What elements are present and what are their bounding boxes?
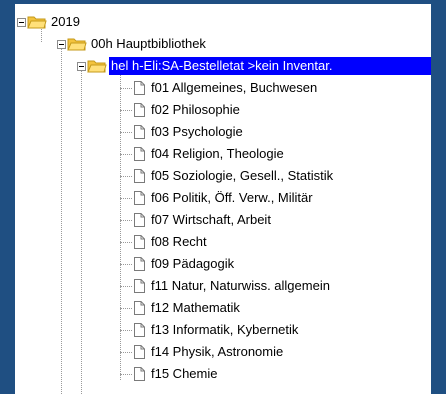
folder-open-icon	[27, 16, 47, 29]
collapse-toggle[interactable]	[17, 18, 26, 27]
tree-leaf-label: f08 Recht	[151, 234, 207, 249]
tree-connector	[120, 352, 132, 353]
window-background: 2019 00h Hauptbibliothek hel h-Eli:SA-Be…	[0, 0, 446, 394]
document-icon	[134, 235, 145, 249]
tree-connector	[120, 242, 132, 243]
folder-open-icon	[87, 60, 107, 73]
document-icon	[134, 191, 145, 205]
tree-leaf-item[interactable]: f09 Pädagogik	[15, 254, 431, 274]
tree-leaf-label: f06 Politik, Öff. Verw., Militär	[151, 190, 313, 205]
tree-leaf-item[interactable]: f08 Recht	[15, 232, 431, 252]
document-icon	[134, 169, 145, 183]
document-icon	[134, 147, 145, 161]
document-icon	[134, 345, 145, 359]
tree-connector	[120, 154, 132, 155]
tree-connector	[120, 286, 132, 287]
tree-connector	[120, 264, 132, 265]
tree-node-2019[interactable]: 2019	[15, 12, 431, 32]
tree-node-hel-selected[interactable]: hel h-Eli:SA-Bestelletat >kein Inventar.	[15, 56, 431, 76]
tree-leaf-label: f13 Informatik, Kybernetik	[151, 322, 299, 337]
tree-leaf-label: f01 Allgemeines, Buchwesen	[151, 80, 318, 95]
tree-connector	[120, 330, 132, 331]
tree-connector	[120, 198, 132, 199]
tree-leaf-item[interactable]: f04 Religion, Theologie	[15, 144, 431, 164]
tree-leaf-item[interactable]: f03 Psychologie	[15, 122, 431, 142]
tree-leaf-label: f04 Religion, Theologie	[151, 146, 284, 161]
tree-leaf-item[interactable]: f15 Chemie	[15, 364, 431, 384]
tree-leaf-item[interactable]: f14 Physik, Astronomie	[15, 342, 431, 362]
tree-leaf-item[interactable]: f05 Soziologie, Gesell., Statistik	[15, 166, 431, 186]
tree-leaf-label: f15 Chemie	[151, 366, 218, 381]
folder-open-icon	[67, 38, 87, 51]
tree-leaf-item[interactable]: f06 Politik, Öff. Verw., Militär	[15, 188, 431, 208]
tree-view[interactable]: 2019 00h Hauptbibliothek hel h-Eli:SA-Be…	[15, 4, 431, 394]
tree-leaf-item[interactable]: f13 Informatik, Kybernetik	[15, 320, 431, 340]
tree-leaf-label: f14 Physik, Astronomie	[151, 344, 284, 359]
tree-connector	[120, 308, 132, 309]
tree-leaf-label: f03 Psychologie	[151, 124, 243, 139]
tree-connector	[120, 374, 132, 375]
tree-leaf-item[interactable]: f11 Natur, Naturwiss. allgemein	[15, 276, 431, 296]
tree-leaf-item[interactable]: f12 Mathematik	[15, 298, 431, 318]
tree-leaf-label: f07 Wirtschaft, Arbeit	[151, 212, 271, 227]
tree-node-label: 00h Hauptbibliothek	[91, 36, 206, 51]
tree-connector	[120, 110, 132, 111]
collapse-toggle[interactable]	[77, 62, 86, 71]
tree-node-label: 2019	[51, 14, 80, 29]
document-icon	[134, 367, 145, 381]
tree-leaf-label: f12 Mathematik	[151, 300, 240, 315]
tree-leaf-item[interactable]: f01 Allgemeines, Buchwesen	[15, 78, 431, 98]
document-icon	[134, 257, 145, 271]
tree-leaf-label: f11 Natur, Naturwiss. allgemein	[151, 278, 330, 293]
document-icon	[134, 323, 145, 337]
tree-connector	[120, 176, 132, 177]
tree-leaf-label: f02 Philosophie	[151, 102, 240, 117]
collapse-toggle[interactable]	[57, 40, 66, 49]
tree-connector	[120, 88, 132, 89]
document-icon	[134, 301, 145, 315]
tree-leaf-label: f05 Soziologie, Gesell., Statistik	[151, 168, 334, 183]
document-icon	[134, 213, 145, 227]
document-icon	[134, 279, 145, 293]
document-icon	[134, 125, 145, 139]
tree-leaf-item[interactable]: f07 Wirtschaft, Arbeit	[15, 210, 431, 230]
document-icon	[134, 81, 145, 95]
tree-node-hauptbibliothek[interactable]: 00h Hauptbibliothek	[15, 34, 431, 54]
tree-connector	[120, 220, 132, 221]
document-icon	[134, 103, 145, 117]
tree-leaf-label: f09 Pädagogik	[151, 256, 235, 271]
tree-leaf-item[interactable]: f02 Philosophie	[15, 100, 431, 120]
tree-node-label-selected: hel h-Eli:SA-Bestelletat >kein Inventar.	[109, 57, 431, 75]
tree-connector	[120, 132, 132, 133]
